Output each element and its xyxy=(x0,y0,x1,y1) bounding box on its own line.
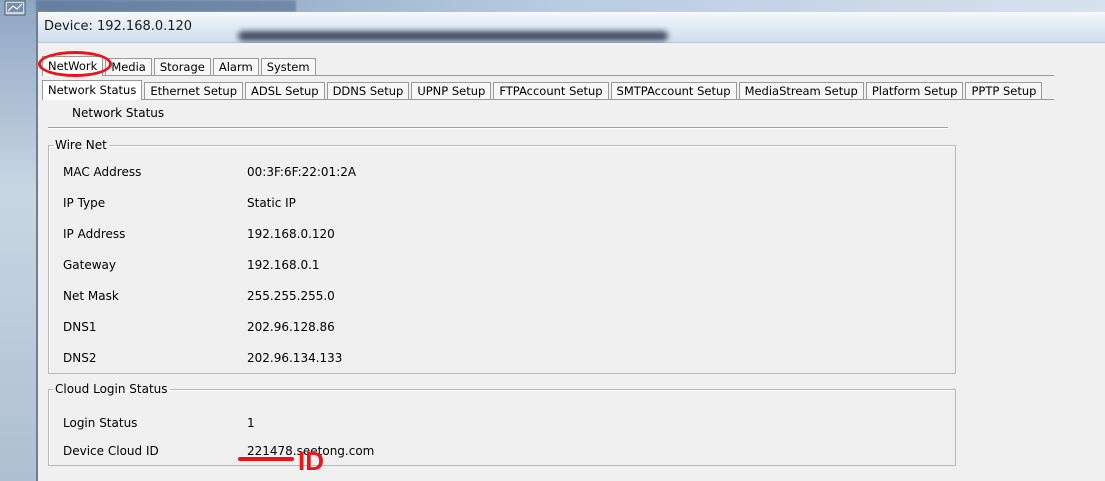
mac-address-value: 00:3F:6F:22:01:2A xyxy=(247,165,357,179)
outer-title-blur xyxy=(36,0,296,12)
subtab-smtpaccount-setup[interactable]: SMTPAccount Setup xyxy=(610,82,737,99)
ip-type-label: IP Type xyxy=(63,196,106,210)
subtab-pptp-setup[interactable]: PPTP Setup xyxy=(965,82,1043,99)
tab-media[interactable]: Media xyxy=(105,58,152,75)
subtab-ethernet-setup[interactable]: Ethernet Setup xyxy=(144,82,243,99)
panel-title: Network Status xyxy=(72,106,165,120)
cloud-login-group: Cloud Login Status Login Status 1 Device… xyxy=(48,382,956,466)
tab-alarm[interactable]: Alarm xyxy=(212,58,259,75)
subtab-platform-setup[interactable]: Platform Setup xyxy=(865,82,964,99)
gateway-value: 192.168.0.1 xyxy=(247,258,320,272)
gateway-label: Gateway xyxy=(63,258,117,272)
wire-net-legend: Wire Net xyxy=(55,138,107,152)
net-mask-label: Net Mask xyxy=(63,289,119,303)
desktop-background-left xyxy=(0,0,36,481)
panel-separator xyxy=(48,127,948,129)
sub-tab-baseline xyxy=(42,99,1054,100)
subtab-mediastream-setup[interactable]: MediaStream Setup xyxy=(738,82,864,99)
subtab-upnp-setup[interactable]: UPNP Setup xyxy=(411,82,492,99)
cloud-login-legend: Cloud Login Status xyxy=(55,382,168,396)
tab-storage[interactable]: Storage xyxy=(153,58,211,75)
titlebar-redaction xyxy=(238,31,668,41)
app-icon xyxy=(4,0,26,16)
dns2-value: 202.96.134.133 xyxy=(247,351,343,365)
subtab-network-status[interactable]: Network Status xyxy=(42,80,143,100)
net-mask-value: 255.255.255.0 xyxy=(247,289,335,303)
id-annotation-text: ID xyxy=(298,446,324,476)
device-cloud-id-label: Device Cloud ID xyxy=(63,444,159,458)
cloud-id-underline-annotation xyxy=(238,457,294,461)
ip-address-label: IP Address xyxy=(63,227,126,241)
dns1-label: DNS1 xyxy=(63,320,97,334)
login-status-value: 1 xyxy=(247,416,255,430)
device-window: Device: 192.168.0.120 NetWork Media Stor… xyxy=(36,12,1105,481)
main-tab-baseline xyxy=(42,75,1054,76)
ip-type-value: Static IP xyxy=(247,196,296,210)
login-status-label: Login Status xyxy=(63,416,138,430)
window-title: Device: 192.168.0.120 xyxy=(44,19,193,34)
mac-address-label: MAC Address xyxy=(63,165,142,179)
subtab-ftpaccount-setup[interactable]: FTPAccount Setup xyxy=(493,82,609,99)
subtab-ddns-setup[interactable]: DDNS Setup xyxy=(326,82,410,99)
sub-tab-bar: Network Status Ethernet Setup ADSL Setup… xyxy=(42,80,1044,100)
subtab-adsl-setup[interactable]: ADSL Setup xyxy=(245,82,325,99)
tab-system[interactable]: System xyxy=(260,58,316,75)
network-tab-highlight-circle xyxy=(38,51,112,77)
ip-address-value: 192.168.0.120 xyxy=(247,227,335,241)
dns2-label: DNS2 xyxy=(63,351,97,365)
client-area: NetWork Media Storage Alarm System Netwo… xyxy=(38,43,1105,481)
dns1-value: 202.96.128.86 xyxy=(247,320,335,334)
window-titlebar[interactable]: Device: 192.168.0.120 xyxy=(38,12,1105,43)
wire-net-group: Wire Net MAC Address 00:3F:6F:22:01:2A I… xyxy=(48,138,956,374)
